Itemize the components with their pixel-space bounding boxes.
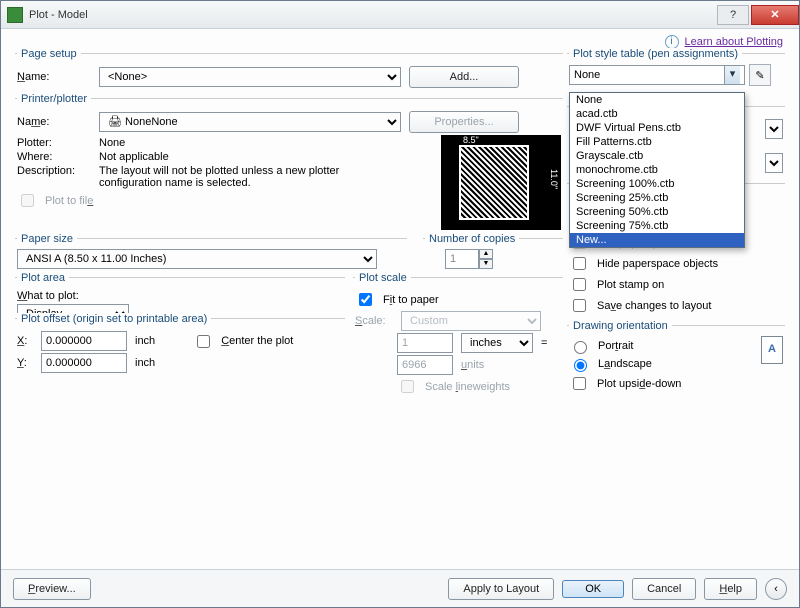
list-item[interactable]: DWF Virtual Pens.ctb [570,121,744,135]
plot-upside-down-label: Plot upside-down [597,378,681,390]
copies-down: ▼ [479,259,493,269]
printer-name-label: Name: [17,116,91,128]
app-icon [7,7,23,23]
portrait-radio[interactable] [574,341,587,354]
learn-about-plotting-link[interactable]: Learn about Plotting [685,36,783,48]
description-value: The layout will not be plotted unless a … [99,165,389,189]
landscape-radio[interactable] [574,359,587,372]
copies-up: ▲ [479,249,493,259]
plot-style-select[interactable]: None ▾ [569,65,745,85]
copies-stepper: ▲▼ [445,249,561,269]
plot-upside-down-checkbox[interactable] [573,377,586,390]
plotter-label: Plotter: [17,137,91,149]
orientation-icon [761,336,783,364]
page-setup-name-label: Name: [17,71,91,83]
titlebar: Plot - Model ? ✕ [1,1,799,29]
what-to-plot-label: What to plot: [17,290,79,302]
scale-lineweights-checkbox [401,380,414,393]
printer-plotter-group: Printer/plotter Name: 🖨 NoneNone Propert… [15,98,563,232]
list-item[interactable]: New... [570,233,744,247]
window-title: Plot - Model [29,9,88,21]
list-item[interactable]: Screening 100%.ctb [570,177,744,191]
plot-style-table-group: Plot style table (pen assignments) None … [567,53,785,88]
help-titlebar-button[interactable]: ? [717,5,749,25]
add-button[interactable]: Add... [409,66,519,88]
offset-x-unit: inch [135,335,155,347]
where-value: Not applicable [99,151,169,163]
close-button[interactable]: ✕ [751,5,799,25]
offset-y-label: Y: [17,357,33,369]
preview-button[interactable]: Preview... [13,578,91,600]
list-item[interactable]: None [570,93,744,107]
fit-to-paper-checkbox[interactable] [359,293,372,306]
quality-select[interactable] [765,153,783,173]
scale-label: Scale: [355,315,393,327]
save-changes-checkbox[interactable] [573,299,586,312]
description-label: Description: [17,165,91,177]
edit-plot-style-button[interactable]: ✎ [749,64,771,86]
save-changes-label: Save changes to layout [597,300,711,312]
list-item[interactable]: Grayscale.ctb [570,149,744,163]
copies-input [445,249,479,269]
properties-button: Properties... [409,111,519,133]
list-item[interactable]: monochrome.ctb [570,163,744,177]
apply-to-layout-button[interactable]: Apply to Layout [448,578,554,600]
plot-to-file-label: Plot to file [45,195,93,207]
paper-size-select[interactable]: ANSI A (8.50 x 11.00 Inches) [17,249,377,269]
plot-dialog: Plot - Model ? ✕ i Learn about Plotting … [0,0,800,608]
shade-plot-select[interactable] [765,119,783,139]
footer: Preview... Apply to Layout OK Cancel Hel… [1,569,799,607]
paper-size-group: Paper size ANSI A (8.50 x 11.00 Inches) [15,238,407,271]
center-plot-checkbox[interactable] [197,335,210,348]
list-item[interactable]: Fill Patterns.ctb [570,135,744,149]
ok-button[interactable]: OK [562,580,624,598]
info-icon: i [665,35,679,49]
plot-to-file-checkbox [21,194,34,207]
hide-paperspace-label: Hide paperspace objects [597,258,718,270]
where-label: Where: [17,151,91,163]
plot-stamp-label: Plot stamp on [597,279,664,291]
offset-y-input[interactable] [41,353,127,373]
drawing-orientation-group: Drawing orientation Portrait Landscape P… [567,325,785,397]
center-plot-label: Center the plot [221,335,293,347]
page-setup-group: Page setup Name: <None> Add... [15,53,563,92]
scale-unit-select[interactable]: inches [461,333,533,353]
plot-scale-group: Plot scale Fit to paper Scale:Custom inc… [353,277,563,400]
equals-label: = [541,337,547,349]
list-item[interactable]: Screening 75%.ctb [570,219,744,233]
scale-numerator-input [397,333,453,353]
landscape-label: Landscape [598,358,652,370]
cancel-button[interactable]: Cancel [632,578,696,600]
list-item[interactable]: Screening 50%.ctb [570,205,744,219]
offset-x-input[interactable] [41,331,127,351]
scale-lineweights-label: Scale lineweights [425,381,510,393]
plot-stamp-checkbox[interactable] [573,278,586,291]
fit-to-paper-label: Fit to paper [383,294,439,306]
chevron-down-icon[interactable]: ▾ [724,66,740,84]
offset-x-label: X: [17,335,33,347]
help-button[interactable]: Help [704,578,757,600]
plotter-value: None [99,137,125,149]
list-item[interactable]: acad.ctb [570,107,744,121]
list-item[interactable]: Screening 25%.ctb [570,191,744,205]
expand-button[interactable]: ‹ [765,578,787,600]
scale-denominator-input [397,355,453,375]
hide-paperspace-checkbox[interactable] [573,257,586,270]
number-of-copies-group: Number of copies ▲▼ [423,238,563,271]
page-setup-name-select[interactable]: <None> [99,67,401,87]
scale-select: Custom [401,311,541,331]
paper-preview: 8.5" 11.0" [441,135,561,230]
printer-name-select[interactable]: 🖨 NoneNone [99,112,401,132]
scale-unit-label: units [461,359,484,371]
plot-style-dropdown[interactable]: None acad.ctb DWF Virtual Pens.ctb Fill … [569,92,745,248]
plot-offset-group: Plot offset (origin set to printable are… [15,318,345,377]
offset-y-unit: inch [135,357,155,369]
portrait-label: Portrait [598,340,633,352]
